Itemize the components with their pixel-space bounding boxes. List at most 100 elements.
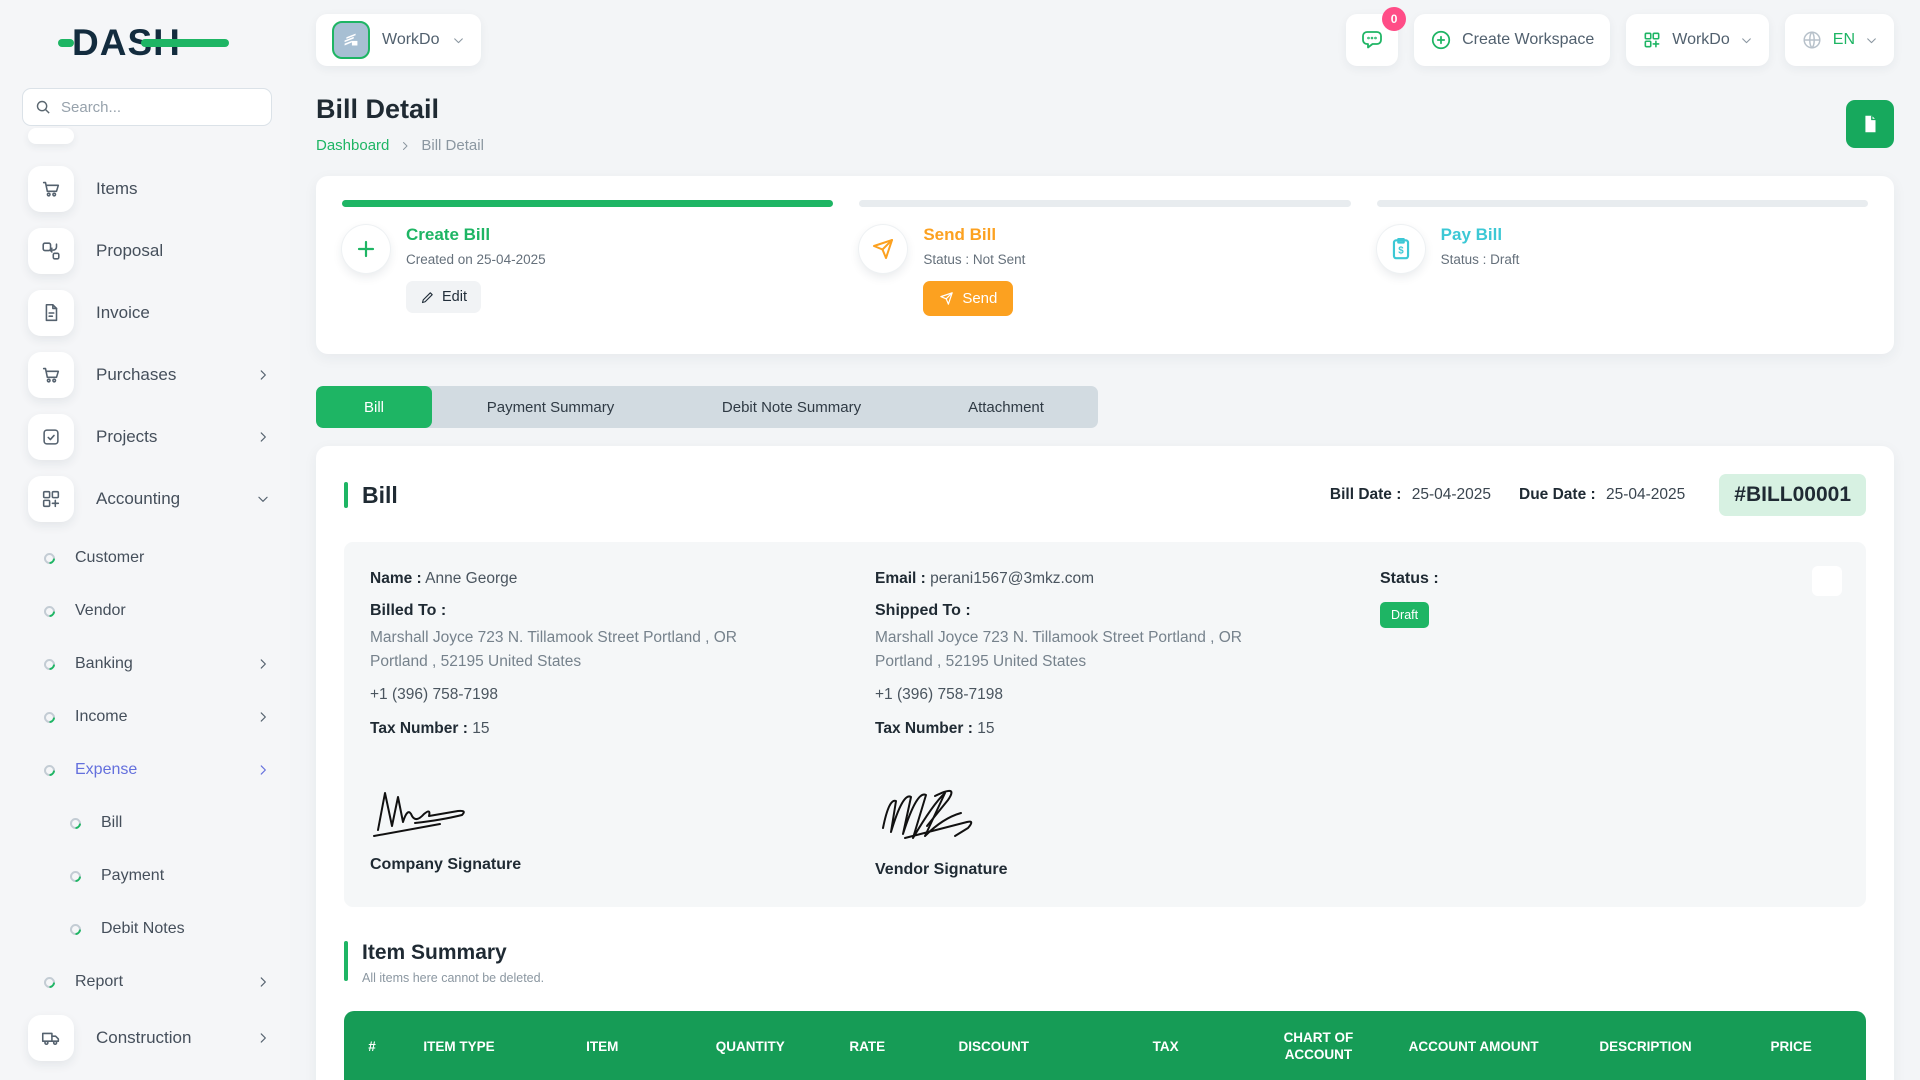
sidebar-item-label: Bill	[101, 814, 123, 831]
tab-debit-note-summary[interactable]: Debit Note Summary	[669, 386, 914, 428]
sidebar-item-vendor[interactable]: Vendor	[41, 591, 270, 631]
sidebar-item-label: Banking	[75, 655, 133, 672]
progress-bar-complete	[342, 200, 834, 207]
bullet-ring-icon	[41, 603, 58, 619]
sidebar-item-debit-notes[interactable]: Debit Notes	[67, 909, 270, 949]
chat-button[interactable]: 0	[1346, 7, 1407, 66]
tab-payment-summary[interactable]: Payment Summary	[432, 386, 669, 428]
company-signature-image	[370, 786, 875, 846]
grid-plus-icon	[1644, 32, 1660, 48]
sidebar-item-banking[interactable]: Banking	[41, 644, 270, 684]
chevron-down-icon	[453, 37, 463, 43]
sidebar-item-income[interactable]: Income	[41, 697, 270, 737]
language-code: EN	[1832, 31, 1855, 48]
chevron-right-icon	[260, 765, 266, 775]
chat-bubble-icon	[1362, 31, 1382, 49]
sidebar-item-report[interactable]: Report	[41, 962, 270, 1002]
tab-attachment[interactable]: Attachment	[914, 386, 1098, 428]
create-workspace-button[interactable]: Create Workspace	[1414, 14, 1611, 66]
bullet-ring-icon	[41, 656, 58, 672]
signatures: Company Signature Vendor Signature	[370, 786, 1840, 879]
breadcrumb: Dashboard Bill Detail	[316, 137, 484, 154]
billed-to-column: Name : Anne George Billed To : Marshall …	[370, 570, 875, 752]
due-date: Due Date : 25-04-2025	[1519, 486, 1685, 504]
vendor-signature-label: Vendor Signature	[875, 861, 1008, 879]
billed-to-phone: +1 (396) 758-7198	[370, 686, 498, 704]
sidebar-item-proposal[interactable]: Proposal	[28, 228, 270, 274]
step-subtitle: Created on 25-04-2025	[406, 252, 546, 267]
tax-number-value: 15	[472, 720, 490, 738]
sidebar-item-accounting[interactable]: Accounting	[28, 476, 270, 522]
column-header-item-type: ITEM TYPE	[423, 1038, 495, 1054]
item-summary-header: Item Summary All items here cannot be de…	[344, 941, 1866, 985]
chevron-right-icon	[260, 977, 266, 987]
clipboard-dollar-icon: $	[1376, 225, 1425, 273]
title-bar: Bill Detail Dashboard Bill Detail	[316, 94, 1894, 154]
step-pay-bill: $ Pay Bill Status : Draft	[1376, 200, 1868, 330]
item-summary-subtitle: All items here cannot be deleted.	[362, 971, 545, 986]
sidebar-item-label: Construction	[96, 1028, 192, 1047]
document-icon	[1865, 115, 1876, 133]
section-accent-bar	[344, 941, 348, 982]
sidebar-item-expense[interactable]: Expense	[41, 750, 270, 790]
email-value: perani1567@3mkz.com	[930, 570, 1095, 587]
sidebar-item-construction[interactable]: Construction	[28, 1015, 270, 1061]
vendor-signature-image	[875, 786, 1380, 851]
progress-bar-pending	[1376, 200, 1868, 207]
bill-section-title: Bill	[362, 481, 398, 508]
svg-text:$: $	[1398, 245, 1404, 256]
user-menu[interactable]: WorkDo	[1626, 14, 1769, 66]
language-selector[interactable]: EN	[1784, 14, 1894, 66]
section-accent-bar	[344, 482, 348, 508]
sidebar-item-projects[interactable]: Projects	[28, 414, 270, 460]
item-table-header: # ITEM TYPE ITEM QUANTITY RATE DISCOUNT …	[344, 1011, 1866, 1080]
sidebar-item-label: Customer	[75, 549, 145, 566]
column-header-item: ITEM	[586, 1038, 619, 1054]
step-send-bill: Send Bill Status : Not Sent Send	[859, 200, 1351, 330]
sidebar-item-label: Report	[75, 973, 124, 990]
top-header-bar: WorkDo 0 Create Workspace WorkDo EN	[316, 7, 1894, 66]
chevron-right-icon	[260, 432, 266, 442]
sidebar-item-items[interactable]: Items	[28, 166, 270, 212]
search-input[interactable]	[61, 98, 251, 116]
cart-icon	[28, 166, 74, 212]
breadcrumb-dashboard-link[interactable]: Dashboard	[316, 137, 389, 154]
name-label: Name :	[370, 570, 422, 587]
sidebar-item-partial[interactable]	[28, 128, 74, 144]
app-logo[interactable]: DASH	[58, 22, 229, 64]
column-header-account-amount: ACCOUNT AMOUNT	[1408, 1038, 1539, 1054]
sidebar-item-label: Invoice	[96, 303, 150, 322]
billed-to-address: Marshall Joyce 723 N. Tillamook Street P…	[370, 629, 737, 671]
export-document-button[interactable]	[1846, 100, 1894, 148]
sidebar-item-label: Debit Notes	[101, 920, 185, 937]
sidebar-item-payment[interactable]: Payment	[67, 856, 270, 896]
bill-dates: Bill Date : 25-04-2025 Due Date : 25-04-…	[1330, 474, 1866, 516]
column-header-description: DESCRIPTION	[1599, 1038, 1692, 1054]
chevron-down-icon	[258, 496, 268, 502]
bullet-ring-icon	[41, 709, 58, 725]
invoice-file-icon	[28, 290, 74, 336]
sidebar-item-bill[interactable]: Bill	[67, 803, 270, 843]
send-bill-button[interactable]: Send	[923, 281, 1014, 316]
name-value: Anne George	[425, 570, 518, 587]
bill-info-panel: Name : Anne George Billed To : Marshall …	[344, 542, 1866, 908]
panel-corner-button[interactable]	[1812, 566, 1842, 596]
shipped-to-phone: +1 (396) 758-7198	[875, 686, 1003, 704]
sidebar-item-invoice[interactable]: Invoice	[28, 290, 270, 336]
workspace-selector[interactable]: WorkDo	[316, 14, 481, 66]
shipped-to-address: Marshall Joyce 723 N. Tillamook Street P…	[875, 629, 1242, 671]
sidebar-item-label: Items	[96, 179, 138, 198]
sidebar-search[interactable]	[22, 88, 272, 126]
sidebar-item-customer[interactable]: Customer	[41, 538, 270, 578]
bullet-ring-icon	[67, 921, 84, 937]
bill-number-badge: #BILL00001	[1719, 474, 1866, 516]
column-header-tax: TAX	[1152, 1038, 1179, 1054]
sidebar-item-label: Income	[75, 708, 128, 725]
column-header-chart-of-account: CHART OF ACCOUNT	[1283, 1030, 1354, 1063]
sidebar-item-label: Payment	[101, 867, 165, 884]
chevron-right-icon	[260, 659, 266, 669]
tab-bill[interactable]: Bill	[316, 386, 432, 428]
edit-bill-button[interactable]: Edit	[406, 281, 481, 313]
sidebar-item-purchases[interactable]: Purchases	[28, 352, 270, 398]
due-date-value: 25-04-2025	[1605, 486, 1686, 503]
